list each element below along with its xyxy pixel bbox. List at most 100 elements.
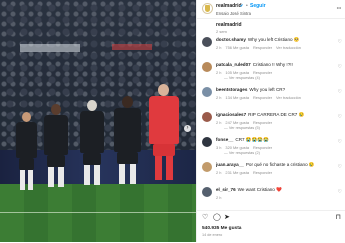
verified-icon: ✔ xyxy=(240,3,244,8)
account-username[interactable]: realmadrid xyxy=(216,3,242,9)
commenter-username[interactable]: ignaciosales7 xyxy=(216,112,246,117)
follow-button[interactable]: Seguir xyxy=(250,3,266,9)
comment-time: 2 h xyxy=(216,95,222,100)
comment-meta: 2 h 105 Me gusta Responder xyxy=(216,70,280,75)
comment-text-line: patcala_ruled07 Cristiano !! Why !?!! xyxy=(216,62,326,67)
comment-row: patcala_ruled07 Cristiano !! Why !?!! 2 h… xyxy=(197,61,345,83)
commenter-username[interactable]: juan.araya__ xyxy=(216,162,244,167)
commenter-username[interactable]: el_sir_76 xyxy=(216,187,236,192)
comment-like-icon[interactable]: ♡ xyxy=(338,39,342,45)
comment-time: 2 h xyxy=(216,195,222,200)
commenter-avatar[interactable] xyxy=(202,112,212,122)
comment-row: ignaciosales7 RIP CARRERA DE CR7 😢 2 h 247 … xyxy=(197,111,345,133)
commenter-avatar[interactable] xyxy=(202,62,212,72)
pitch xyxy=(0,184,196,242)
comment-meta: 2 h 247 Me gusta Responder xyxy=(216,120,280,125)
comment-likes[interactable]: 247 Me gusta xyxy=(225,120,249,125)
comment-emoji: 😭😭😭😭 xyxy=(245,137,269,142)
comment-time: 2 h xyxy=(216,170,222,175)
more-options-icon[interactable]: ••• xyxy=(337,5,341,11)
comment-row: beentstorages Why you left CR? 2 h 134 Me … xyxy=(197,86,345,108)
comment-emoji: 🥺 xyxy=(293,37,300,42)
comment-text: Why you left Cristiano xyxy=(247,37,293,42)
comment-likes[interactable]: 320 Me gusta xyxy=(225,145,249,150)
comment-text: Why you left CR? xyxy=(249,87,286,92)
comment-meta: 3 h 320 Me gusta Responder xyxy=(216,145,280,150)
commenter-username[interactable]: doctor.shamy xyxy=(216,37,246,42)
comment-text: Por qué no fichaste a cristiano xyxy=(245,162,308,167)
commenter-avatar[interactable] xyxy=(202,37,212,47)
reply-link[interactable]: Responder xyxy=(253,45,272,50)
reply-link[interactable]: Responder xyxy=(253,95,272,100)
caption-time: 2 sem xyxy=(216,29,227,34)
reply-link[interactable]: Responder xyxy=(253,170,272,175)
crowd-banner xyxy=(112,44,152,50)
post-subtitle: Ensaio José Sintra xyxy=(216,11,251,16)
view-replies-link[interactable]: — Ver respuestas (2) xyxy=(224,151,260,155)
commenter-avatar[interactable] xyxy=(202,137,212,147)
post-actions: ♡ ◯ ➤ ⊓ 540.935 Me gusta 14 de enero xyxy=(197,210,345,243)
comment-like-icon[interactable]: ♡ xyxy=(338,164,342,170)
caption-username[interactable]: realmadrid xyxy=(216,22,242,28)
comment-like-icon[interactable]: ♡ xyxy=(338,114,342,120)
comment-icon[interactable]: ◯ xyxy=(213,214,221,222)
comment-row: fonse__ CR7 😭😭😭😭 3 h 320 Me gusta Responder —… xyxy=(197,136,345,158)
comment-text: CR7 xyxy=(235,137,245,142)
comment-likes[interactable]: 134 Me gusta xyxy=(225,95,249,100)
carousel-next-icon[interactable]: › xyxy=(184,125,191,132)
comment-emoji: ❤️ xyxy=(276,187,282,192)
comment-like-icon[interactable]: ♡ xyxy=(338,139,342,145)
view-replies-link[interactable]: — Ver respuestas (4) xyxy=(224,76,260,80)
comment-row: doctor.shamy Why you left Cristiano 🥺 2 h7… xyxy=(197,36,345,58)
comment-text: Cristiano !! Why !?!! xyxy=(252,62,293,67)
comment-text-line: juan.araya__ Por qué no fichaste a cristi… xyxy=(216,162,326,168)
crowd-banner xyxy=(20,44,80,52)
comment-text-line: beentstorages Why you left CR? xyxy=(216,87,326,92)
comment-time: 3 h xyxy=(216,145,222,150)
comment-text: RIP CARRERA DE CR7 xyxy=(248,112,298,117)
commenter-avatar[interactable] xyxy=(202,87,212,97)
comment-time: 2 h xyxy=(216,120,222,125)
club-crest-icon xyxy=(205,5,210,12)
comment-like-icon[interactable]: ♡ xyxy=(338,89,342,95)
translate-link[interactable]: Ver traducción xyxy=(276,45,301,50)
commenter-avatar[interactable] xyxy=(202,162,212,172)
comment-meta: 2 h xyxy=(216,195,237,200)
comment-time: 2 h xyxy=(216,45,222,50)
commenter-username[interactable]: patcala_ruled07 xyxy=(216,62,251,67)
view-replies-link[interactable]: — Ver respuestas (5) xyxy=(224,126,260,130)
commenter-avatar[interactable] xyxy=(202,187,212,197)
comment-text-line: doctor.shamy Why you left Cristiano 🥺 xyxy=(216,37,326,43)
reply-link[interactable]: Responder xyxy=(253,145,272,150)
comment-text-line: ignaciosales7 RIP CARRERA DE CR7 😢 xyxy=(216,112,326,118)
comment-meta: 2 h 134 Me gusta Responder Ver traducción xyxy=(216,95,305,100)
comment-meta: 2 h 756 Me gusta Responder Ver traducción xyxy=(216,45,305,50)
comment-likes[interactable]: 231 Me gusta xyxy=(225,170,249,175)
post-image[interactable]: › xyxy=(0,0,196,242)
account-avatar[interactable] xyxy=(202,3,213,14)
send-icon[interactable]: ➤ xyxy=(224,214,230,222)
reply-link[interactable]: Responder xyxy=(253,120,272,125)
likes-count[interactable]: 540.935 Me gusta xyxy=(202,226,241,231)
comment-emoji: 😢 xyxy=(298,112,305,117)
commenter-username[interactable]: beentstorages xyxy=(216,87,247,92)
separator-dot: • xyxy=(246,3,248,9)
reply-link[interactable]: Responder xyxy=(253,70,272,75)
heart-icon[interactable]: ♡ xyxy=(202,214,208,222)
comment-text: We want Cristiano xyxy=(237,187,275,192)
post-sidebar: realmadrid ✔ • Seguir Ensaio José Sintra… xyxy=(196,0,345,242)
comment-row: el_sir_76 We want Cristiano ❤️ 2 h ♡ xyxy=(197,186,345,208)
comment-time: 2 h xyxy=(216,70,222,75)
comment-row: juan.araya__ Por qué no fichaste a cristi… xyxy=(197,161,345,183)
commenter-username[interactable]: fonse__ xyxy=(216,137,233,142)
comment-likes[interactable]: 105 Me gusta xyxy=(225,70,249,75)
post-header: realmadrid ✔ • Seguir Ensaio José Sintra… xyxy=(197,0,345,19)
comment-likes[interactable]: 756 Me gusta xyxy=(225,45,249,50)
translate-link[interactable]: Ver traducción xyxy=(276,95,301,100)
comment-text-line: el_sir_76 We want Cristiano ❤️ xyxy=(216,187,326,193)
comment-like-icon[interactable]: ♡ xyxy=(338,64,342,70)
post-date: 14 de enero xyxy=(202,233,223,237)
bookmark-icon[interactable]: ⊓ xyxy=(336,214,341,222)
comment-like-icon[interactable]: ♡ xyxy=(338,189,342,195)
comment-text-line: fonse__ CR7 😭😭😭😭 xyxy=(216,137,326,143)
